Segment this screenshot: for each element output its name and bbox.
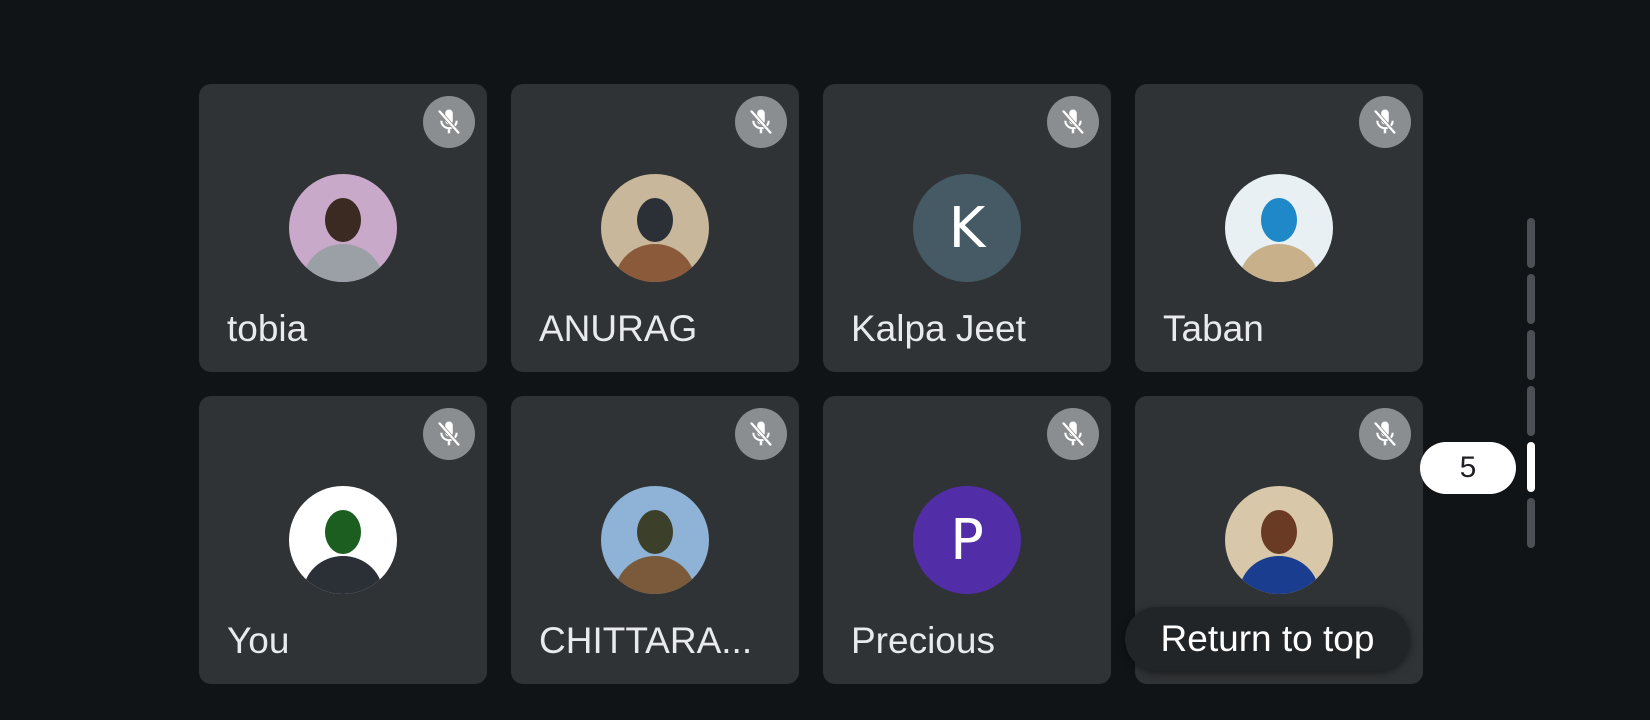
participant-name: Taban [1163, 308, 1264, 349]
participant-name: ANURAG [539, 308, 698, 349]
participant-tile[interactable]: tobia [199, 84, 487, 372]
page-segment[interactable] [1527, 330, 1535, 380]
mic-off-icon [423, 96, 475, 148]
page-indicator-badge: 5 [1420, 442, 1516, 494]
participant-tile[interactable]: CHITTARA... [511, 396, 799, 684]
avatar-photo [601, 486, 709, 594]
avatar-photo [1225, 486, 1333, 594]
mic-off-icon [1047, 96, 1099, 148]
participant-name: Kalpa Jeet [851, 308, 1026, 349]
participant-tile[interactable]: You [199, 396, 487, 684]
page-segment[interactable] [1527, 218, 1535, 268]
return-to-top-button[interactable]: Return to top [1125, 607, 1410, 671]
page-segment[interactable] [1527, 498, 1535, 548]
participant-name: You [227, 620, 290, 661]
mic-off-icon [423, 408, 475, 460]
mic-off-icon [735, 96, 787, 148]
participant-tile[interactable]: K Kalpa Jeet [823, 84, 1111, 372]
avatar-photo [289, 174, 397, 282]
participant-tile[interactable]: P Precious [823, 396, 1111, 684]
participant-grid: tobia ANURAG K Kalpa Jeet Taban You CHITTARA..… [199, 84, 1423, 684]
avatar-initial: K [913, 174, 1021, 282]
page-segment[interactable] [1527, 442, 1535, 492]
avatar-initial-letter: P [950, 507, 984, 573]
page-segment[interactable] [1527, 386, 1535, 436]
avatar-photo [289, 486, 397, 594]
mic-off-icon [1047, 408, 1099, 460]
mic-off-icon [1359, 408, 1411, 460]
avatar-initial-letter: K [948, 195, 986, 261]
participant-name: tobia [227, 308, 308, 349]
page-scroller[interactable] [1527, 218, 1535, 550]
participant-name: Precious [851, 620, 995, 661]
participant-name: CHITTARA... [539, 620, 753, 661]
participant-tile[interactable]: Taban [1135, 84, 1423, 372]
avatar-photo [1225, 174, 1333, 282]
avatar-initial: P [913, 486, 1021, 594]
mic-off-icon [735, 408, 787, 460]
page-segment[interactable] [1527, 274, 1535, 324]
avatar-photo [601, 174, 709, 282]
mic-off-icon [1359, 96, 1411, 148]
participant-tile[interactable]: ANURAG [511, 84, 799, 372]
